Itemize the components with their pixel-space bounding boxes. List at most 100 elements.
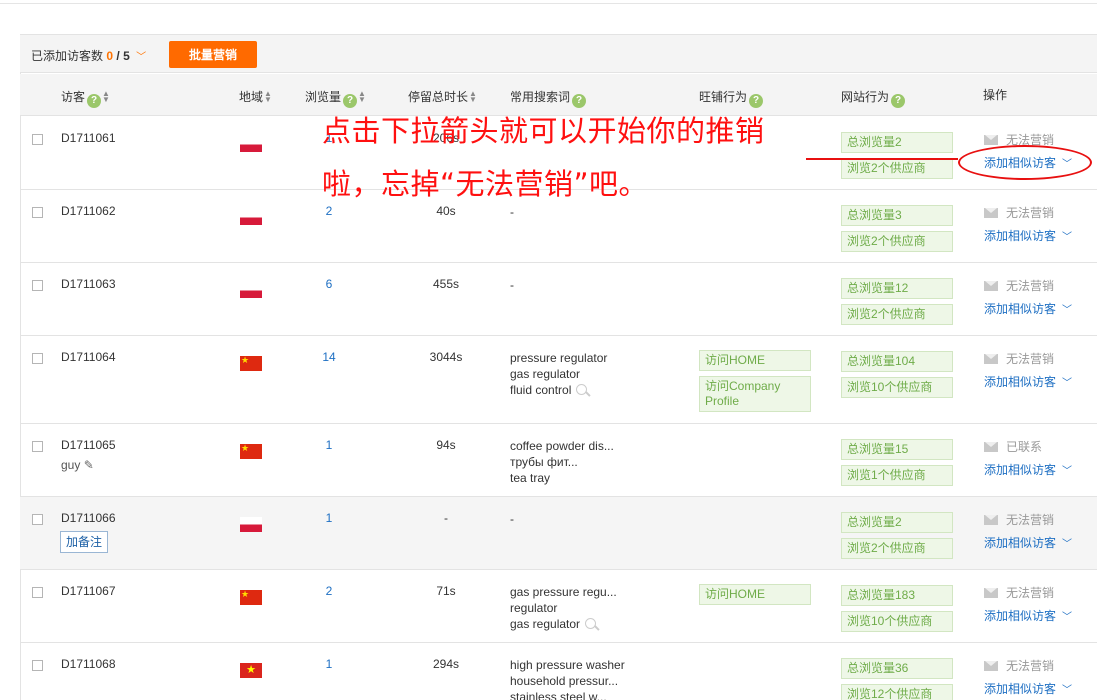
edit-pencil-icon[interactable]: ✎ [84, 458, 94, 472]
table-row: D1711063 6 455s - 总浏览量12 浏览2个供应商 无法营销 添加相似访客 ﹀ [20, 263, 1097, 336]
chevron-down-icon[interactable]: ﹀ [1062, 232, 1072, 243]
keyword-item: pressure regulator [510, 351, 608, 365]
added-visitor-count[interactable]: 已添加访客数 0 / 5 ﹀ [31, 47, 146, 64]
add-similar-visitor-link[interactable]: 添加相似访客 ﹀ [984, 300, 1072, 317]
country-flag-icon: ★ [240, 663, 262, 678]
stay-duration: 3044s [429, 350, 463, 364]
marketing-status: 无法营销 [984, 350, 1054, 367]
top-divider [0, 3, 1097, 4]
mail-icon [984, 588, 998, 598]
mail-icon [984, 354, 998, 364]
sort-icon[interactable]: ▲ ▼ [469, 90, 477, 104]
visitor-id[interactable]: D1711063 [61, 277, 116, 291]
row-checkbox[interactable] [32, 514, 43, 525]
annotation-pointer-line [806, 158, 958, 160]
chevron-down-icon[interactable]: ﹀ [136, 52, 146, 63]
help-icon[interactable]: ? [891, 94, 906, 108]
add-similar-visitor-link[interactable]: 添加相似访客 ﹀ [984, 227, 1072, 244]
sort-icon[interactable]: ▲ ▼ [264, 90, 272, 104]
site-behavior-tag: 总浏览量183 [841, 585, 953, 606]
col-region[interactable]: 地域▲ ▼ [239, 88, 272, 105]
site-behavior-tag: 浏览2个供应商 [841, 231, 953, 252]
mail-icon [984, 135, 998, 145]
table-row: D1711066 加备注 1 - - 总浏览量2 浏览2个供应商 无法营销 添加相似访客 ﹀ [20, 497, 1097, 570]
row-checkbox[interactable] [32, 353, 43, 364]
annotation-line-1: 点击下拉箭头就可以开始你的推销 [322, 114, 765, 148]
view-count-link[interactable]: 2 [317, 584, 341, 598]
view-count-link[interactable]: 14 [317, 350, 341, 364]
sort-icon[interactable]: ▲ ▼ [358, 90, 366, 104]
row-checkbox[interactable] [32, 660, 43, 671]
chevron-down-icon[interactable]: ﹀ [1062, 685, 1072, 696]
view-count-link[interactable]: 1 [317, 657, 341, 671]
marketing-status: 无法营销 [984, 511, 1054, 528]
add-similar-visitor-link[interactable]: 添加相似访客 ﹀ [984, 461, 1072, 478]
keyword-item: - [510, 278, 514, 292]
stay-duration: 71s [436, 584, 456, 598]
keyword-item: coffee powder dis... [510, 439, 614, 453]
annotation-text: 点击下拉箭头就可以开始你的推销 啦，忘掉“无法营销”吧。 [322, 105, 822, 211]
keyword-item: household pressur... [510, 674, 619, 688]
marketing-status: 无法营销 [984, 277, 1054, 294]
row-checkbox[interactable] [32, 441, 43, 452]
add-similar-visitor-link[interactable]: 添加相似访客 ﹀ [984, 607, 1072, 624]
country-flag-icon: ★ [240, 444, 262, 459]
search-keywords: pressure regulator gas regulator fluid con… [510, 350, 680, 398]
mail-icon [984, 442, 998, 452]
visitor-id[interactable]: D1711061 [61, 131, 116, 145]
visitor-id[interactable]: D1711066 [61, 511, 116, 525]
add-note-button[interactable]: 加备注 [60, 531, 109, 553]
marketing-status: 无法营销 [984, 584, 1054, 601]
site-behavior-tag: 总浏览量104 [841, 351, 953, 372]
chevron-down-icon[interactable]: ﹀ [1062, 378, 1072, 389]
table-row: D1711064 ★ 14 3044s pressure regulator gas re… [20, 336, 1097, 424]
search-icon[interactable] [576, 384, 588, 395]
search-icon[interactable] [585, 618, 597, 629]
wangpu-behavior-tag: 访问HOME [699, 350, 811, 371]
sort-icon[interactable]: ▲ ▼ [102, 90, 110, 104]
site-behavior-tag: 总浏览量36 [841, 658, 953, 679]
site-behavior-tag: 浏览1个供应商 [841, 465, 953, 486]
chevron-down-icon[interactable]: ﹀ [1062, 539, 1072, 550]
add-similar-visitor-link[interactable]: 添加相似访客 ﹀ [984, 373, 1072, 390]
row-checkbox[interactable] [32, 207, 43, 218]
help-icon[interactable]: ? [87, 94, 102, 108]
keyword-item: трубы фит... [510, 455, 578, 469]
chevron-down-icon[interactable]: ﹀ [1062, 466, 1072, 477]
row-checkbox[interactable] [32, 280, 43, 291]
site-behavior-tag: 浏览2个供应商 [841, 158, 953, 179]
chevron-down-icon[interactable]: ﹀ [1062, 305, 1072, 316]
country-flag-icon [240, 517, 262, 532]
site-behavior-tag: 浏览10个供应商 [841, 377, 953, 398]
row-checkbox[interactable] [32, 587, 43, 598]
visitor-id[interactable]: D1711068 [61, 657, 116, 671]
chevron-down-icon[interactable]: ﹀ [1062, 612, 1072, 623]
stay-duration: - [444, 511, 448, 525]
visitor-id[interactable]: D1711065 [61, 438, 116, 452]
site-behavior-tag: 总浏览量15 [841, 439, 953, 460]
add-similar-visitor-link[interactable]: 添加相似访客 ﹀ [984, 534, 1072, 551]
row-checkbox[interactable] [32, 134, 43, 145]
add-similar-visitor-link[interactable]: 添加相似访客 ﹀ [984, 680, 1072, 697]
keyword-item: high pressure washer [510, 658, 625, 672]
col-ops: 操作 [983, 88, 1008, 102]
view-count-link[interactable]: 1 [317, 438, 341, 452]
col-visitor[interactable]: 访客 ?▲ ▼ [61, 88, 110, 108]
visitor-id[interactable]: D1711064 [61, 350, 116, 364]
view-count-link[interactable]: 1 [317, 511, 341, 525]
table-row: D1711065 guy ✎ ★ 1 94s coffee powder dis... тр… [20, 424, 1097, 497]
search-keywords: coffee powder dis... трубы фит... tea tray [510, 438, 680, 486]
col-duration[interactable]: 停留总时长▲ ▼ [408, 88, 477, 105]
visitor-id[interactable]: D1711062 [61, 204, 116, 218]
site-behavior-tag: 总浏览量2 [841, 512, 953, 533]
search-keywords: - [510, 511, 680, 527]
view-count-link[interactable]: 6 [317, 277, 341, 291]
mail-icon [984, 515, 998, 525]
site-behavior-tag: 总浏览量2 [841, 132, 953, 153]
country-flag-icon [240, 210, 262, 225]
visitor-id[interactable]: D1711067 [61, 584, 116, 598]
keyword-item: gas regulator [510, 367, 581, 381]
site-behavior-tag: 浏览2个供应商 [841, 304, 953, 325]
batch-marketing-button[interactable]: 批量营销 [169, 41, 257, 68]
site-behavior-tag: 浏览12个供应商 [841, 684, 953, 700]
